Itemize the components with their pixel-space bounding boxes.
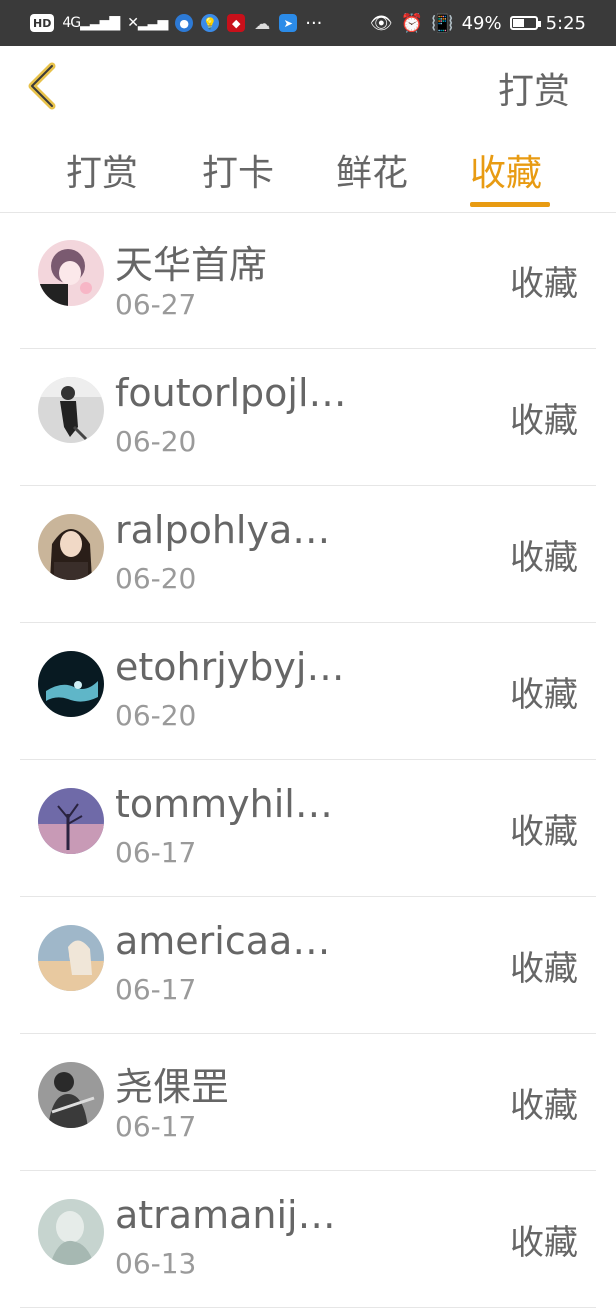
item-date: 06-17 — [115, 836, 197, 869]
list-item[interactable]: foutorlpojlko 06-20 收藏 — [0, 349, 616, 486]
user-name: etohrjybyju... — [115, 645, 350, 689]
action-label: 收藏 — [510, 812, 578, 852]
action-label: 收藏 — [510, 949, 578, 989]
send-app-icon: ➤ — [279, 14, 298, 32]
page-title: 打赏 — [497, 71, 570, 112]
list-item[interactable]: ralpohlyaur... 06-20 收藏 — [0, 486, 616, 623]
user-name: ralpohlyaur... — [115, 508, 350, 552]
item-date: 06-27 — [115, 288, 197, 321]
list-item[interactable]: americaant... 06-17 收藏 — [0, 897, 616, 1034]
item-date: 06-20 — [115, 699, 197, 732]
vibrate-icon: 📳 — [431, 12, 454, 34]
item-date: 06-17 — [115, 1110, 197, 1143]
user-name: tommyhilm... — [115, 782, 350, 826]
app-notification-icon: ● — [175, 14, 194, 32]
status-right: 👁 ⏰ 📳 49% 5:25 — [370, 13, 586, 34]
item-date: 06-17 — [115, 973, 197, 1006]
action-label: 收藏 — [510, 538, 578, 578]
red-app-notification-icon: ◆ — [227, 14, 246, 32]
item-date: 06-20 — [115, 425, 197, 458]
tab-flowers[interactable]: 鲜花 — [336, 144, 408, 196]
action-label: 收藏 — [510, 1223, 578, 1263]
avatar-girl-icon[interactable] — [38, 514, 104, 580]
eye-icon: 👁 — [369, 12, 393, 34]
clock: 5:25 — [545, 12, 586, 34]
user-name: foutorlpojlko — [115, 371, 350, 415]
more-notifications-icon: ··· — [305, 12, 323, 34]
status-left: HD 4G▂▃▅▇ ✕▂▃▅ ● 💡 ◆ ☁ ➤ ··· — [30, 13, 322, 34]
tab-favorites[interactable]: 收藏 — [470, 144, 542, 196]
user-name: americaant... — [115, 919, 350, 963]
user-name: 天华首席 — [115, 243, 268, 287]
status-bar: HD 4G▂▃▅▇ ✕▂▃▅ ● 💡 ◆ ☁ ➤ ··· 👁 ⏰ 📳 49% 5… — [0, 0, 616, 46]
signal-4g-icon: 4G▂▃▅▇ — [62, 15, 120, 31]
action-label: 收藏 — [510, 264, 578, 304]
avatar-purple-tree-icon[interactable] — [38, 788, 104, 854]
avatar-guitar-person-icon[interactable] — [38, 1062, 104, 1128]
avatar-warm-girl-icon[interactable] — [38, 925, 104, 991]
list-item[interactable]: tommyhilm... 06-17 收藏 — [0, 760, 616, 897]
lightbulb-notification-icon: 💡 — [201, 14, 220, 32]
battery-percent: 49% — [461, 12, 502, 34]
cloud-icon: ☁ — [254, 13, 271, 33]
action-label: 收藏 — [510, 401, 578, 441]
tab-reward[interactable]: 打赏 — [66, 144, 138, 196]
hd-icon: HD — [30, 14, 55, 32]
user-name: atramanije... — [115, 1193, 350, 1237]
list-item[interactable]: atramanije... 06-13 收藏 — [0, 1171, 616, 1308]
favorites-list: 天华首席 06-27 收藏 foutorlpojlko 06-20 收藏 ral… — [0, 212, 616, 1308]
list-item[interactable]: 尧倮罡 06-17 收藏 — [0, 1034, 616, 1171]
title-bar: 打赏 — [0, 46, 616, 126]
back-arrow-icon[interactable] — [22, 60, 64, 112]
action-label: 收藏 — [510, 675, 578, 715]
battery-icon — [509, 16, 541, 30]
signal-no-service-icon: ✕▂▃▅ — [127, 15, 168, 31]
user-name: 尧倮罡 — [115, 1065, 230, 1109]
avatar-dark-blue-icon[interactable] — [38, 651, 104, 717]
avatar-grayscale-person-icon[interactable] — [38, 377, 104, 443]
tab-bar: 打赏 打卡 鲜花 收藏 — [0, 126, 616, 213]
list-item[interactable]: etohrjybyju... 06-20 收藏 — [0, 623, 616, 760]
tab-checkin[interactable]: 打卡 — [202, 144, 274, 196]
avatar-pale-figure-icon[interactable] — [38, 1199, 104, 1265]
avatar-anime-girl-icon[interactable] — [38, 240, 104, 306]
active-tab-indicator — [470, 202, 550, 207]
list-item[interactable]: 天华首席 06-27 收藏 — [0, 212, 616, 349]
alarm-icon: ⏰ — [400, 12, 424, 34]
action-label: 收藏 — [510, 1086, 578, 1126]
item-date: 06-13 — [115, 1247, 197, 1280]
item-date: 06-20 — [115, 562, 197, 595]
